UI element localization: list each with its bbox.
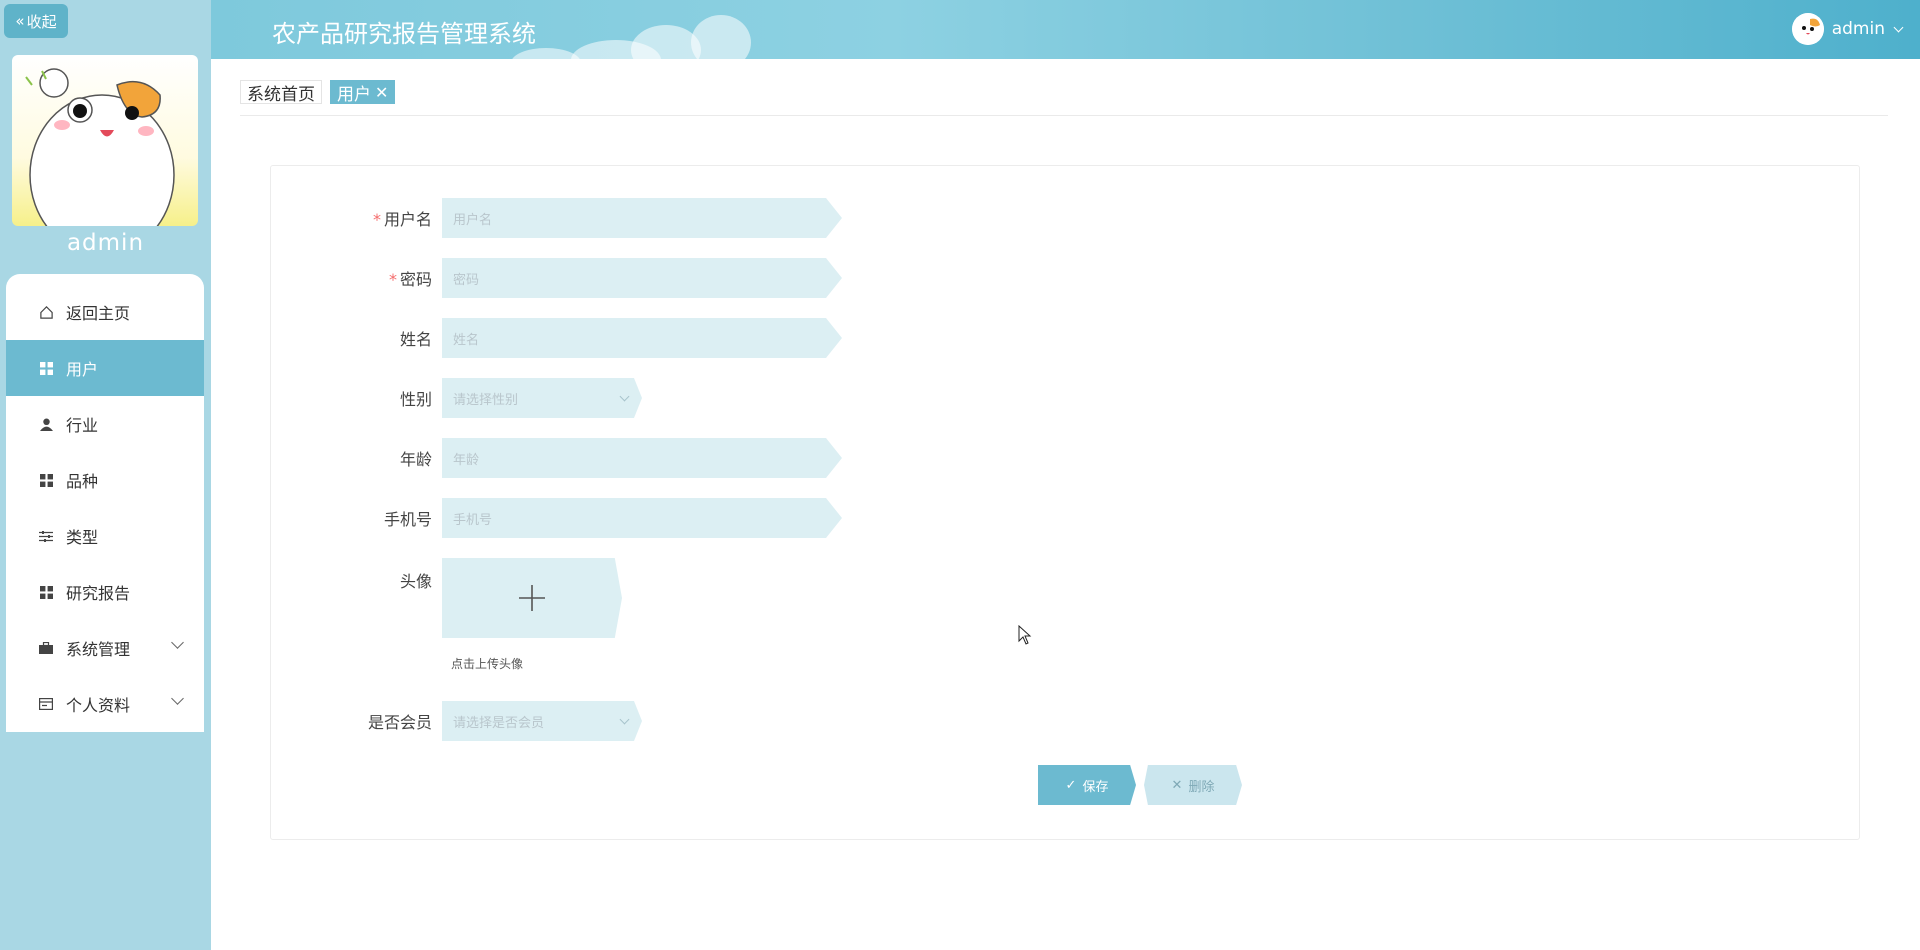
chevron-down-icon <box>171 692 184 705</box>
sidebar-item-system-management[interactable]: 系统管理 <box>6 620 204 676</box>
close-icon: ✕ <box>1171 777 1183 793</box>
name-input[interactable]: 姓名 <box>442 318 842 358</box>
briefcase-icon <box>38 640 54 656</box>
cloud-decoration <box>691 15 751 59</box>
field-label: 头像 <box>399 572 432 591</box>
username-input[interactable]: 用户名 <box>442 198 842 238</box>
password-input[interactable]: 密码 <box>442 258 842 298</box>
sidebar-item-variety[interactable]: 品种 <box>6 452 204 508</box>
grid-icon <box>38 472 54 488</box>
profile-avatar-image <box>12 55 198 226</box>
chevron-down-icon <box>619 391 630 401</box>
top-header: 农产品研究报告管理系统 admin <box>211 0 1920 59</box>
close-icon[interactable]: ✕ <box>375 83 388 102</box>
form-actions: ✓ 保存 ✕ 删除 <box>1038 765 1242 805</box>
sidebar-item-type[interactable]: 类型 <box>6 508 204 564</box>
breadcrumb-tabs: 系统首页 用户 ✕ <box>240 80 1888 116</box>
collapse-label: 收起 <box>26 12 57 31</box>
avatar <box>1791 13 1824 45</box>
form-row-phone: 手机号 手机号 <box>271 498 842 538</box>
user-name: admin <box>1831 19 1885 39</box>
grid-icon <box>38 584 54 600</box>
field-label: * 密码 <box>388 270 432 289</box>
save-label: 保存 <box>1082 779 1109 795</box>
form-row-name: 姓名 姓名 <box>271 318 842 358</box>
sidebar-item-label: 系统管理 <box>66 640 131 659</box>
age-input[interactable]: 年龄 <box>442 438 842 478</box>
required-mark: * <box>372 210 381 229</box>
field-label: * 用户名 <box>372 210 432 229</box>
field-label: 性别 <box>399 390 432 409</box>
grid-icon <box>38 360 54 376</box>
tab-label: 系统首页 <box>247 84 315 105</box>
id-card-icon <box>38 696 54 712</box>
form-row-gender: 性别 请选择性别 <box>271 378 642 418</box>
save-button[interactable]: ✓ 保存 <box>1038 765 1136 805</box>
sidebar-item-reports[interactable]: 研究报告 <box>6 564 204 620</box>
tab-home[interactable]: 系统首页 <box>240 80 322 105</box>
sidebar-item-home[interactable]: 返回主页 <box>6 284 204 340</box>
sidebar-item-label: 返回主页 <box>66 304 131 323</box>
delete-label: 删除 <box>1188 779 1215 795</box>
select-placeholder: 请选择是否会员 <box>453 715 545 731</box>
avatar-upload[interactable] <box>442 558 622 638</box>
person-icon <box>38 416 54 432</box>
sidebar-item-label: 品种 <box>66 472 99 491</box>
chevron-down-icon <box>171 636 184 649</box>
sidebar-item-label: 研究报告 <box>66 584 131 603</box>
form-row-member: 是否会员 请选择是否会员 <box>271 701 642 741</box>
sidebar-menu: 返回主页 用户 行业 品种 类型 研究报告 系统管理 个人资料 <box>6 274 204 732</box>
double-chevron-left-icon: « <box>15 12 25 30</box>
cloud-decoration <box>511 48 581 59</box>
mouse-cursor-icon <box>1018 624 1032 649</box>
field-label: 年龄 <box>399 450 432 469</box>
select-placeholder: 请选择性别 <box>453 392 519 408</box>
field-label: 手机号 <box>383 510 432 529</box>
home-icon <box>38 304 54 320</box>
sidebar-item-label: 个人资料 <box>66 696 131 715</box>
check-icon: ✓ <box>1065 777 1077 793</box>
sidebar-item-users[interactable]: 用户 <box>6 340 204 396</box>
form-row-username: * 用户名 用户名 <box>271 198 842 238</box>
form-row-age: 年龄 年龄 <box>271 438 842 478</box>
tab-users[interactable]: 用户 ✕ <box>330 80 396 105</box>
app-title: 农产品研究报告管理系统 <box>272 20 536 48</box>
form-row-password: * 密码 密码 <box>271 258 842 298</box>
sidebar-item-label: 行业 <box>66 416 99 435</box>
member-select[interactable]: 请选择是否会员 <box>442 701 642 741</box>
sidebar-item-label: 用户 <box>66 360 99 379</box>
sliders-icon <box>38 528 54 544</box>
sidebar-item-label: 类型 <box>66 528 99 547</box>
field-label: 是否会员 <box>367 713 432 732</box>
collapse-button[interactable]: « 收起 <box>4 4 68 38</box>
sidebar-item-industry[interactable]: 行业 <box>6 396 204 452</box>
gender-select[interactable]: 请选择性别 <box>442 378 642 418</box>
sidebar: « 收起 admin 返回主页 用户 行业 品种 类型 研究报告 系统管理 个人… <box>0 0 211 950</box>
delete-button[interactable]: ✕ 删除 <box>1144 765 1242 805</box>
field-label: 姓名 <box>399 330 432 349</box>
phone-input[interactable]: 手机号 <box>442 498 842 538</box>
user-menu[interactable]: admin <box>1791 13 1904 45</box>
tab-label: 用户 <box>337 84 371 105</box>
form-row-avatar: 头像 <box>271 558 622 638</box>
chevron-down-icon <box>1893 22 1904 32</box>
chevron-down-icon <box>619 714 630 724</box>
sidebar-item-profile[interactable]: 个人资料 <box>6 676 204 732</box>
upload-hint: 点击上传头像 <box>451 657 524 671</box>
required-mark: * <box>388 270 397 289</box>
profile-name: admin <box>66 230 145 256</box>
user-form-card: * 用户名 用户名 * 密码 密码 姓名 姓名 性别 请选择性别 年龄 年龄 手机号… <box>270 165 1860 840</box>
plus-icon <box>519 585 545 611</box>
